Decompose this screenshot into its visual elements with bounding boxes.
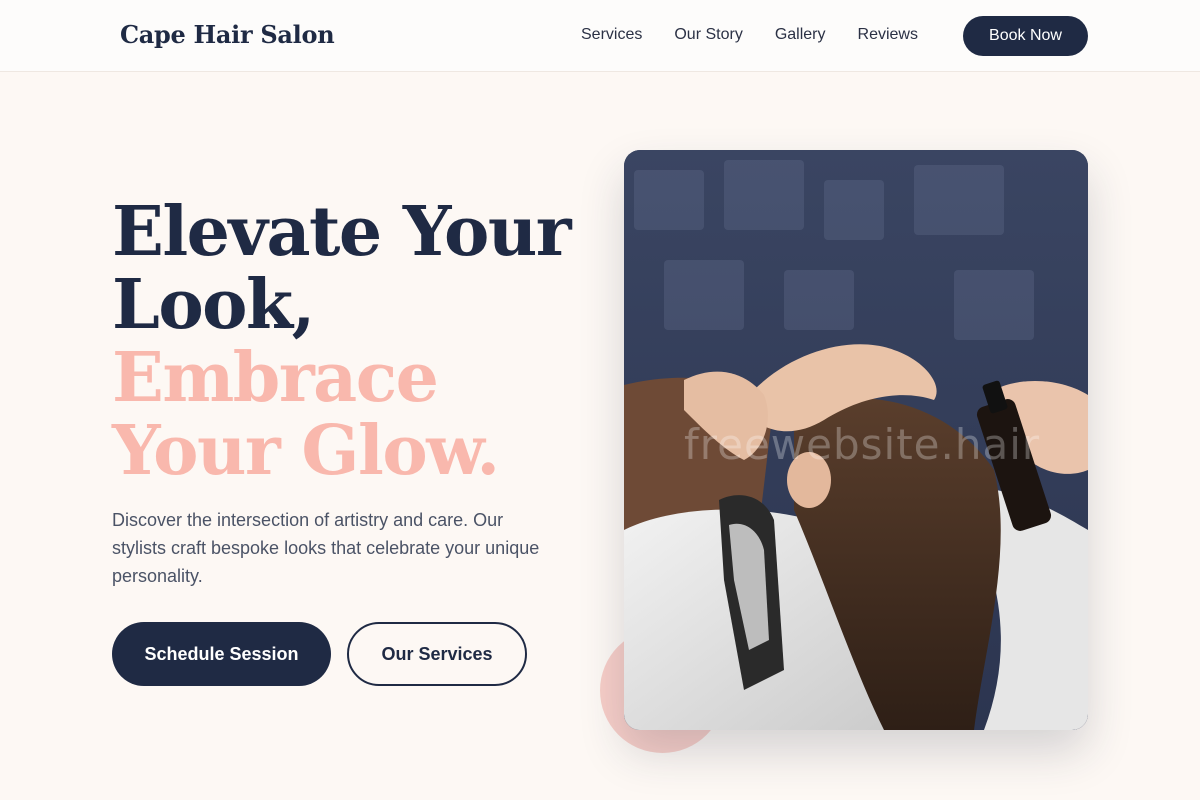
hero-headline: Elevate Your Look, Embrace Your Glow.	[112, 196, 582, 488]
hero-image: freewebsite.hair	[624, 150, 1088, 730]
our-services-button[interactable]: Our Services	[347, 622, 527, 686]
headline-line-1: Elevate Your	[112, 192, 572, 272]
hero-description: Discover the intersection of artistry an…	[112, 510, 540, 586]
headline-line-2: Look,	[112, 265, 315, 345]
nav-link-reviews[interactable]: Reviews	[858, 24, 918, 46]
main-nav: Services Our Story Gallery Reviews	[581, 24, 950, 46]
nav-link-gallery[interactable]: Gallery	[775, 24, 826, 46]
site-logo[interactable]: Cape Hair Salon	[120, 20, 335, 49]
headline-accent-line-2: Your Glow.	[112, 411, 500, 491]
book-now-button[interactable]: Book Now	[963, 16, 1088, 56]
image-watermark: freewebsite.hair	[684, 420, 1041, 469]
nav-link-services[interactable]: Services	[581, 24, 642, 46]
site-header: Cape Hair Salon Services Our Story Galle…	[0, 0, 1200, 72]
schedule-session-button[interactable]: Schedule Session	[112, 622, 331, 686]
headline-accent-line-1: Embrace	[112, 338, 439, 418]
nav-link-our-story[interactable]: Our Story	[674, 24, 742, 46]
